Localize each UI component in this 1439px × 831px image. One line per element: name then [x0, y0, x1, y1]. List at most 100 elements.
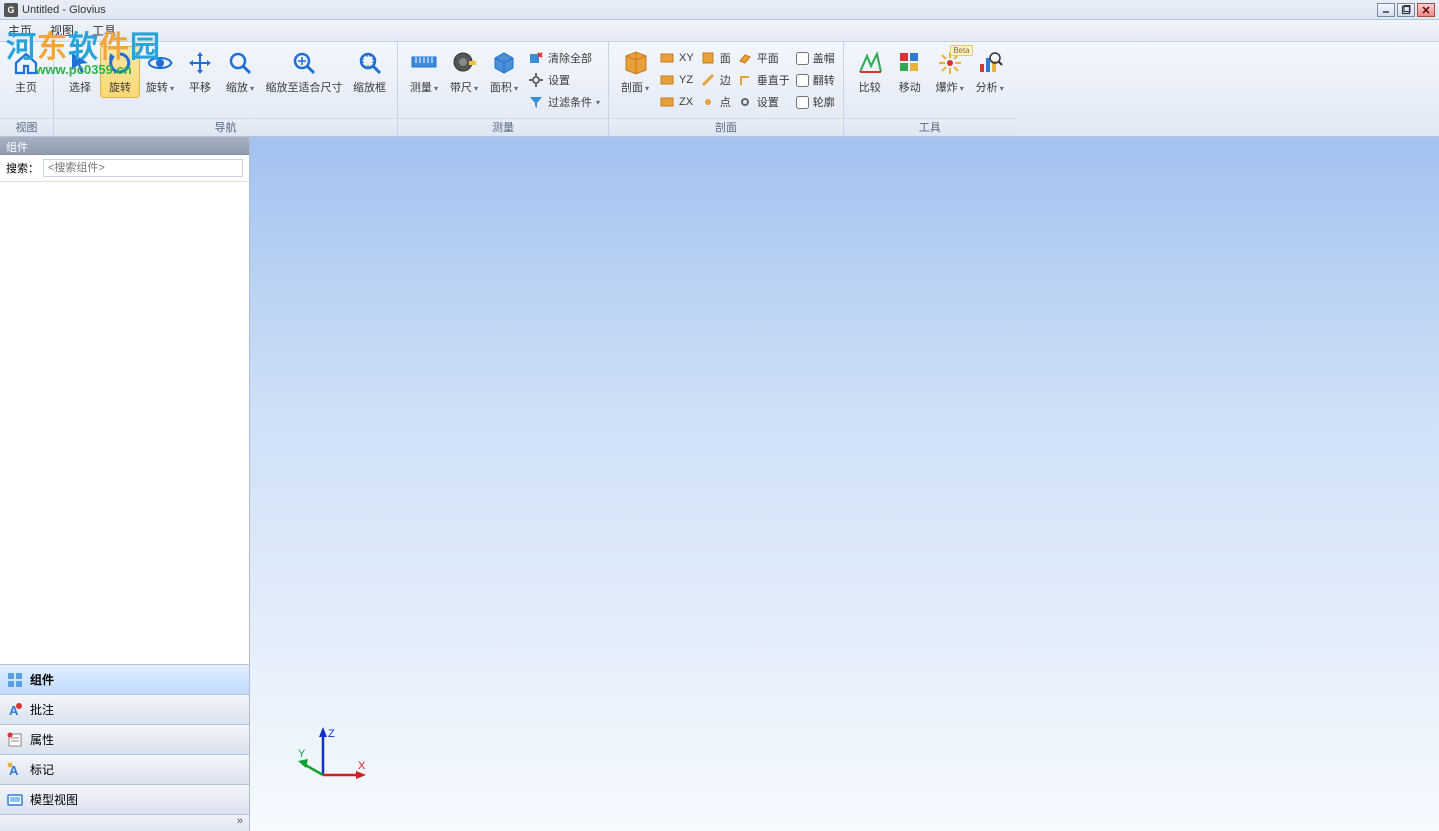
tape-icon [450, 49, 478, 77]
svg-text:Z: Z [328, 728, 335, 740]
analyze-button[interactable]: 分析 [970, 46, 1010, 98]
menu-tools[interactable]: 工具 [92, 22, 116, 39]
zoom-fit-icon [290, 49, 318, 77]
pan-icon [186, 49, 214, 77]
move-icon [896, 49, 924, 77]
rotate-split-button[interactable]: 旋转 [140, 46, 180, 98]
ribbon: 主页 视图 选择 旋转 旋转 平移 缩放 [0, 42, 1439, 137]
section-yz-button[interactable]: YZ [657, 70, 696, 90]
edge-icon [700, 72, 716, 88]
panel-title: 组件 [0, 137, 249, 155]
app-icon: G [4, 3, 18, 17]
maximize-button[interactable] [1397, 3, 1415, 17]
zoom-icon [226, 49, 254, 77]
search-label: 搜索： [6, 160, 39, 176]
zoom-box-icon [356, 49, 384, 77]
minimize-button[interactable] [1377, 3, 1395, 17]
component-tree[interactable] [0, 182, 249, 664]
side-panel: 组件 搜索： 组件 A 批注 属性 A 标记 [0, 137, 250, 831]
clear-icon [528, 50, 544, 66]
section-face-button[interactable]: 面 [698, 48, 733, 68]
compare-icon [856, 49, 884, 77]
panel-collapse-button[interactable]: » [0, 815, 249, 831]
measure-button[interactable]: 测量 [404, 46, 444, 98]
point-icon [700, 94, 716, 110]
tab-markup[interactable]: A 标记 [0, 755, 249, 785]
home-label: 主页 [15, 79, 37, 95]
group-view-label: 视图 [0, 118, 53, 136]
plane-icon [659, 72, 675, 88]
modelviews-icon [6, 791, 24, 809]
attributes-icon [6, 731, 24, 749]
rotate-button[interactable]: 旋转 [100, 46, 140, 98]
plane-icon [659, 50, 675, 66]
rotate-orbit-icon [146, 49, 174, 77]
section-settings-button[interactable]: 设置 [735, 92, 792, 112]
measure-settings-button[interactable]: 设置 [526, 70, 602, 90]
section-perp-button[interactable]: 垂直于 [735, 70, 792, 90]
menu-home[interactable]: 主页 [8, 22, 32, 39]
tape-button[interactable]: 带尺 [444, 46, 484, 98]
zoom-fit-button[interactable]: 缩放至适合尺寸 [260, 46, 348, 98]
measure-icon [410, 49, 438, 77]
menu-view[interactable]: 视图 [50, 22, 74, 39]
area-button[interactable]: 面积 [484, 46, 524, 98]
explode-button[interactable]: Beta 爆炸 [930, 46, 970, 98]
home-button[interactable]: 主页 [6, 46, 46, 98]
section-xy-button[interactable]: XY [657, 48, 696, 68]
section-button[interactable]: 剖面 [615, 46, 655, 98]
svg-text:Y: Y [298, 748, 306, 760]
clear-all-button[interactable]: 清除全部 [526, 48, 602, 68]
cursor-icon [66, 49, 94, 77]
home-icon [12, 49, 40, 77]
section-icon [621, 49, 649, 77]
perp-icon [737, 72, 753, 88]
group-nav-label: 导航 [54, 118, 397, 136]
axis-triad: Z X Y [298, 725, 368, 795]
pan-button[interactable]: 平移 [180, 46, 220, 98]
select-button[interactable]: 选择 [60, 46, 100, 98]
window-title: Untitled - Glovius [22, 4, 106, 16]
beta-badge: Beta [950, 45, 972, 56]
section-flip-check[interactable]: 翻转 [794, 70, 837, 90]
tab-modelviews[interactable]: 模型视图 [0, 785, 249, 815]
group-section-label: 剖面 [609, 118, 843, 136]
analyze-icon [976, 49, 1004, 77]
section-plane-button[interactable]: 平面 [735, 48, 792, 68]
panel-accordion: 组件 A 批注 属性 A 标记 模型视图 » [0, 664, 249, 831]
gear-icon [737, 94, 753, 110]
section-edge-button[interactable]: 边 [698, 70, 733, 90]
filter-button[interactable]: 过滤条件 ▾ [526, 92, 602, 112]
close-button[interactable] [1417, 3, 1435, 17]
tab-components[interactable]: 组件 [0, 665, 249, 695]
face-icon [700, 50, 716, 66]
group-tools-label: 工具 [844, 118, 1016, 136]
rotate-icon [106, 49, 134, 77]
section-outline-check[interactable]: 轮廓 [794, 92, 837, 112]
compare-button[interactable]: 比较 [850, 46, 890, 98]
annotations-icon: A [6, 701, 24, 719]
plane2-icon [737, 50, 753, 66]
section-zx-button[interactable]: ZX [657, 92, 696, 112]
components-icon [6, 671, 24, 689]
search-row: 搜索： [0, 155, 249, 182]
viewport-3d[interactable]: Z X Y [250, 137, 1439, 831]
plane-icon [659, 94, 675, 110]
markup-icon: A [6, 761, 24, 779]
svg-text:X: X [358, 760, 366, 772]
search-input[interactable] [43, 159, 243, 177]
tab-attributes[interactable]: 属性 [0, 725, 249, 755]
group-measure-label: 测量 [398, 118, 608, 136]
section-cap-check[interactable]: 盖帽 [794, 48, 837, 68]
gear-icon [528, 72, 544, 88]
move-button[interactable]: 移动 [890, 46, 930, 98]
menu-bar: 主页 视图 工具 [0, 20, 1439, 42]
section-point-button[interactable]: 点 [698, 92, 733, 112]
title-bar: G Untitled - Glovius [0, 0, 1439, 20]
tab-annotations[interactable]: A 批注 [0, 695, 249, 725]
main-body: 组件 搜索： 组件 A 批注 属性 A 标记 [0, 137, 1439, 831]
filter-icon [528, 94, 544, 110]
zoom-box-button[interactable]: 缩放框 [348, 46, 391, 98]
area-icon [490, 49, 518, 77]
zoom-button[interactable]: 缩放 [220, 46, 260, 98]
